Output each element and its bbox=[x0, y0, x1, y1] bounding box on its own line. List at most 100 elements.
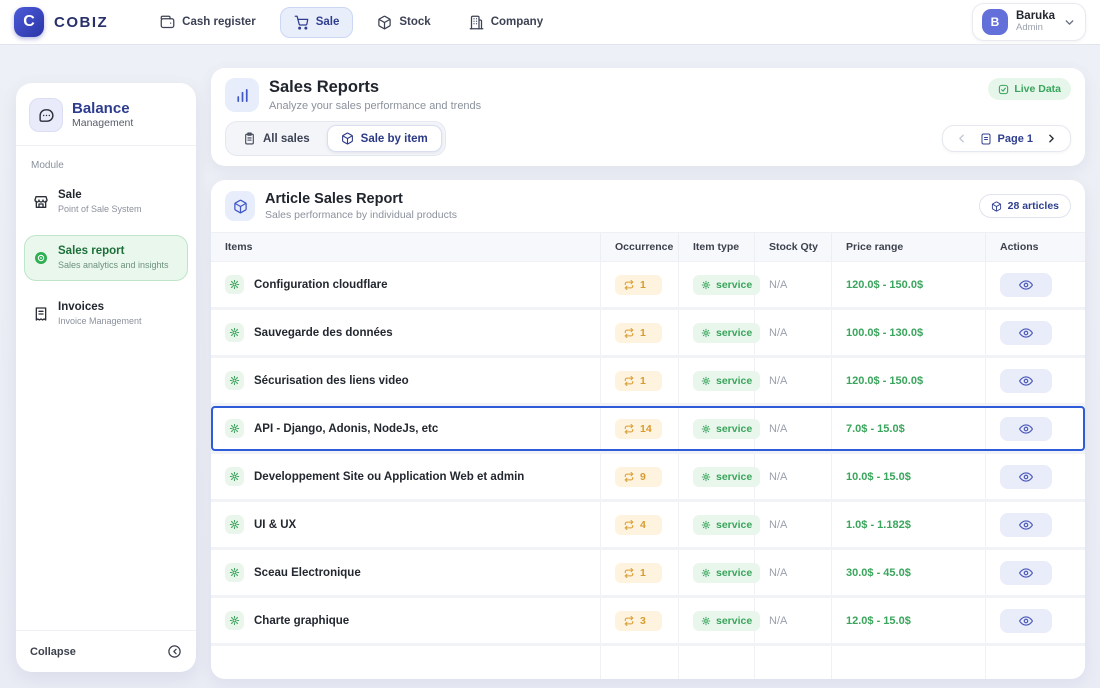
topbar: C COBIZ Cash register Sale Stock Compan bbox=[0, 0, 1100, 44]
occurrence-value: 9 bbox=[640, 471, 646, 483]
table-row[interactable]: Sceau Electronique 1 bbox=[211, 550, 1085, 595]
nav-item-cash-register[interactable]: Cash register bbox=[146, 7, 270, 38]
item-type-badge: service bbox=[693, 419, 760, 439]
price-range-value: 100.0$ - 130.0$ bbox=[846, 327, 923, 339]
item-type-value: service bbox=[716, 279, 752, 291]
stock-qty-value: N/A bbox=[769, 423, 787, 435]
item-type-badge: service bbox=[693, 515, 760, 535]
tab-all-sales[interactable]: All sales bbox=[229, 125, 324, 152]
occurrence-value: 14 bbox=[640, 423, 652, 435]
stock-qty-value: N/A bbox=[769, 375, 787, 387]
column-header-price-range: Price range bbox=[832, 233, 986, 261]
eye-icon bbox=[1019, 422, 1033, 436]
table-row[interactable]: Sécurisation des liens video 1 bbox=[211, 358, 1085, 403]
item-name: Configuration cloudflare bbox=[254, 279, 388, 291]
item-type-badge: service bbox=[693, 611, 760, 631]
item-name: Sauvegarde des données bbox=[254, 327, 393, 339]
brand[interactable]: C COBIZ bbox=[14, 7, 108, 37]
top-nav: Cash register Sale Stock Company bbox=[146, 7, 557, 38]
repeat-icon bbox=[624, 376, 634, 386]
table-row[interactable]: UI & UX 4 bbox=[211, 502, 1085, 547]
column-header-items: Items bbox=[211, 233, 601, 261]
item-name: UI & UX bbox=[254, 519, 296, 531]
price-range-value: 7.0$ - 15.0$ bbox=[846, 423, 905, 435]
article-box-icon bbox=[225, 191, 255, 221]
view-item-button[interactable] bbox=[1000, 561, 1052, 585]
column-header-occurrence: Occurrence bbox=[601, 233, 679, 261]
sidebar-title: Balance bbox=[72, 100, 133, 117]
tab-sale-by-item[interactable]: Sale by item bbox=[327, 125, 442, 152]
sidebar-item-invoices[interactable]: Invoices Invoice Management bbox=[24, 291, 188, 337]
view-item-button[interactable] bbox=[1000, 321, 1052, 345]
item-type-badge: service bbox=[693, 371, 760, 391]
sidebar-item-label: Sale bbox=[58, 189, 142, 203]
service-gear-icon bbox=[701, 280, 711, 290]
sales-reports-header-card: Sales Reports Analyze your sales perform… bbox=[211, 68, 1085, 166]
table-row[interactable]: API - Django, Adonis, NodeJs, etc 14 bbox=[211, 406, 1085, 451]
column-header-actions: Actions bbox=[986, 233, 1065, 261]
occurrence-badge: 1 bbox=[615, 323, 662, 343]
table-row[interactable]: Charte graphique 3 bbox=[211, 598, 1085, 643]
price-range-value: 12.0$ - 15.0$ bbox=[846, 615, 911, 627]
cash-register-icon bbox=[160, 15, 175, 30]
view-item-button[interactable] bbox=[1000, 273, 1052, 297]
sidebar-item-sales-report[interactable]: Sales report Sales analytics and insight… bbox=[24, 235, 188, 281]
stock-box-icon bbox=[377, 15, 392, 30]
report-title: Article Sales Report bbox=[265, 191, 457, 208]
nav-item-company[interactable]: Company bbox=[455, 7, 557, 38]
user-role: Admin bbox=[1016, 23, 1055, 34]
view-item-button[interactable] bbox=[1000, 465, 1052, 489]
page-file-icon bbox=[980, 133, 992, 145]
item-type-value: service bbox=[716, 423, 752, 435]
occurrence-badge: 3 bbox=[615, 611, 662, 631]
avatar: B bbox=[982, 9, 1008, 35]
sidebar: Balance Management Module Sale Point of … bbox=[16, 83, 196, 672]
repeat-icon bbox=[624, 424, 634, 434]
price-range-value: 120.0$ - 150.0$ bbox=[846, 279, 923, 291]
service-gear-icon bbox=[701, 520, 711, 530]
item-type-value: service bbox=[716, 375, 752, 387]
item-name: Developpement Site ou Application Web et… bbox=[254, 471, 524, 483]
price-range-value: 10.0$ - 15.0$ bbox=[846, 471, 911, 483]
item-name: Sceau Electronique bbox=[254, 567, 361, 579]
view-item-button[interactable] bbox=[1000, 609, 1052, 633]
sidebar-item-sale[interactable]: Sale Point of Sale System bbox=[24, 179, 188, 225]
view-item-button[interactable] bbox=[1000, 369, 1052, 393]
item-type-badge: service bbox=[693, 323, 760, 343]
sidebar-subtitle: Management bbox=[72, 117, 133, 131]
page-title: Sales Reports bbox=[269, 78, 481, 98]
service-gear-icon bbox=[701, 472, 711, 482]
company-building-icon bbox=[469, 15, 484, 30]
price-range-value: 1.0$ - 1.182$ bbox=[846, 519, 911, 531]
collapse-button[interactable]: Collapse bbox=[16, 630, 196, 672]
stock-qty-value: N/A bbox=[769, 567, 787, 579]
live-pulse-icon bbox=[998, 84, 1009, 95]
nav-item-sale[interactable]: Sale bbox=[280, 7, 354, 38]
sidebar-menu: Sale Point of Sale System Sales report S… bbox=[16, 179, 196, 337]
view-item-button[interactable] bbox=[1000, 417, 1052, 441]
table-row[interactable]: Configuration cloudflare 1 bbox=[211, 262, 1085, 307]
small-box-icon bbox=[991, 201, 1002, 212]
nav-label: Stock bbox=[399, 16, 430, 28]
item-type-value: service bbox=[716, 471, 752, 483]
page-next-button[interactable] bbox=[1045, 132, 1058, 145]
table-body: Configuration cloudflare 1 bbox=[211, 262, 1085, 679]
item-gear-icon bbox=[225, 419, 244, 438]
sidebar-item-desc: Sales analytics and insights bbox=[58, 259, 169, 271]
occurrence-badge: 9 bbox=[615, 467, 662, 487]
item-type-value: service bbox=[716, 567, 752, 579]
item-name: API - Django, Adonis, NodeJs, etc bbox=[254, 423, 438, 435]
sidebar-item-desc: Point of Sale System bbox=[58, 203, 142, 215]
user-menu[interactable]: B Baruka Admin bbox=[972, 3, 1086, 41]
balance-chat-icon bbox=[29, 98, 63, 132]
table-row[interactable]: Developpement Site ou Application Web et… bbox=[211, 454, 1085, 499]
item-type-value: service bbox=[716, 615, 752, 627]
stock-qty-value: N/A bbox=[769, 471, 787, 483]
item-type-badge: service bbox=[693, 275, 760, 295]
page-prev-button[interactable] bbox=[955, 132, 968, 145]
table-row[interactable]: Sauvegarde des données 1 bbox=[211, 310, 1085, 355]
collapse-label: Collapse bbox=[30, 646, 76, 658]
service-gear-icon bbox=[701, 568, 711, 578]
view-item-button[interactable] bbox=[1000, 513, 1052, 537]
nav-item-stock[interactable]: Stock bbox=[363, 7, 444, 38]
